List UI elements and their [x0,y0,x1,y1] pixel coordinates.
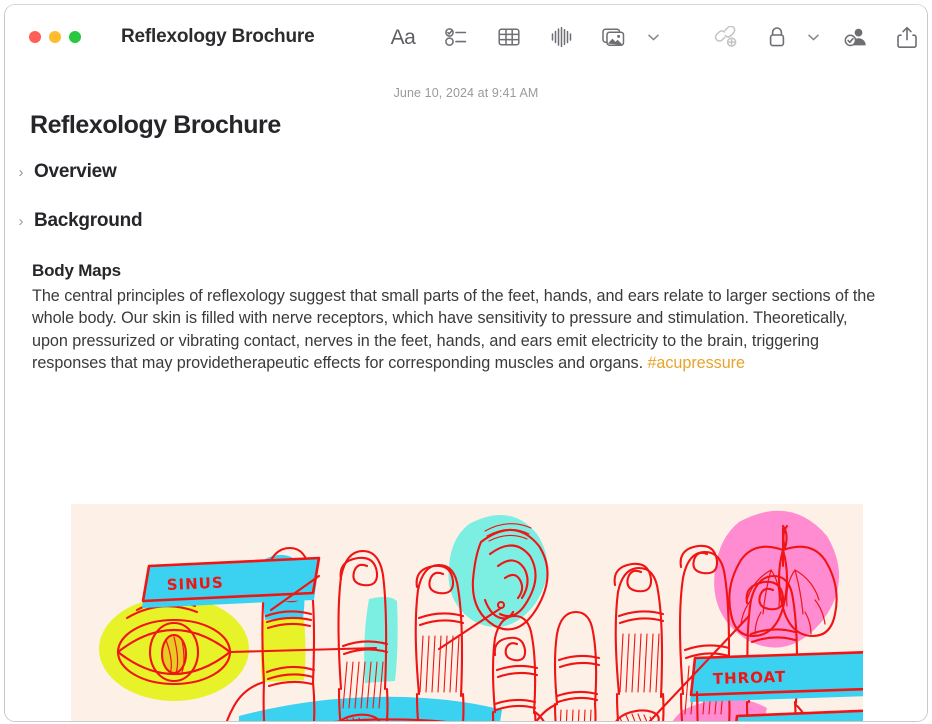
share-icon [896,26,918,49]
media-button[interactable] [600,23,630,51]
traffic-light-controls [29,31,81,43]
lock-note-button[interactable] [762,23,792,51]
media-chevron-down-icon[interactable] [647,23,660,51]
format-text-button[interactable]: Aa [388,23,418,51]
window-title: Reflexology Brochure [121,26,315,47]
note-content-area[interactable]: June 10, 2024 at 9:41 AM Reflexology Bro… [5,68,927,721]
waveform-icon [550,26,574,48]
person-badge-icon [843,26,869,48]
section-label: Overview [34,161,117,182]
toolbar: Reflexology Brochure Aa [5,5,927,68]
close-window-button[interactable] [29,31,41,43]
note-title: Reflexology Brochure [30,111,281,139]
section-header-background[interactable]: › Background [15,210,143,232]
subheading-body-maps: Body Maps [32,261,121,280]
toolbar-center-group: Aa [388,23,660,51]
section-label: Background [34,210,143,231]
checklist-icon [445,27,467,47]
add-link-button[interactable] [711,23,741,51]
notes-app-window: Reflexology Brochure Aa June 10, 2024 at… [0,0,932,724]
body-paragraph: The central principles of reflexology su… [32,285,880,375]
hand-reflexology-illustration[interactable]: SINUS TRAPEZIUS [71,504,863,721]
aa-icon: Aa [390,25,416,49]
share-button[interactable] [892,23,922,51]
link-plus-icon [713,26,739,48]
window-frame: Reflexology Brochure Aa June 10, 2024 at… [4,4,928,722]
lock-chevron-down-icon[interactable] [807,23,820,51]
chevron-right-icon[interactable]: › [15,214,27,229]
table-button[interactable] [494,23,524,51]
maximize-window-button[interactable] [69,31,81,43]
note-timestamp: June 10, 2024 at 9:41 AM [393,86,539,100]
chevron-right-icon[interactable]: › [15,165,27,180]
svg-text:SINUS: SINUS [166,574,224,594]
collaborate-button[interactable] [841,23,871,51]
minimize-window-button[interactable] [49,31,61,43]
paragraph-text: The central principles of reflexology su… [32,287,876,373]
lock-icon [767,26,787,48]
svg-text:THROAT: THROAT [713,668,787,688]
audio-recording-button[interactable] [547,23,577,51]
hashtag-link[interactable]: #acupressure [647,354,745,372]
checklist-button[interactable] [441,23,471,51]
toolbar-right-group [711,23,922,51]
section-header-overview[interactable]: › Overview [15,161,117,183]
table-icon [498,27,520,47]
photos-icon [602,26,628,48]
